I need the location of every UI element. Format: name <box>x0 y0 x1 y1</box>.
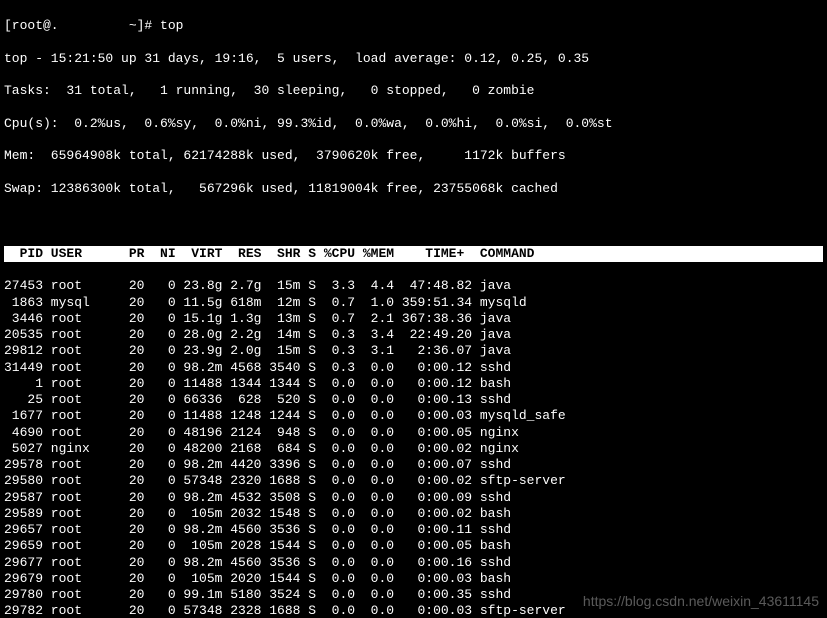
summary-line-2: Tasks: 31 total, 1 running, 30 sleeping,… <box>4 83 823 99</box>
process-row: 29812 root 20 0 23.9g 2.0g 15m S 0.3 3.1… <box>4 343 823 359</box>
terminal-output[interactable]: [root@. ~]# top top - 15:21:50 up 31 day… <box>0 0 827 618</box>
process-row: 29580 root 20 0 57348 2320 1688 S 0.0 0.… <box>4 473 823 489</box>
summary-line-1: top - 15:21:50 up 31 days, 19:16, 5 user… <box>4 51 823 67</box>
process-row: 5027 nginx 20 0 48200 2168 684 S 0.0 0.0… <box>4 441 823 457</box>
process-row: 29659 root 20 0 105m 2028 1544 S 0.0 0.0… <box>4 538 823 554</box>
summary-line-3: Cpu(s): 0.2%us, 0.6%sy, 0.0%ni, 99.3%id,… <box>4 116 823 132</box>
process-row: 29679 root 20 0 105m 2020 1544 S 0.0 0.0… <box>4 571 823 587</box>
process-row: 29587 root 20 0 98.2m 4532 3508 S 0.0 0.… <box>4 490 823 506</box>
prompt-line: [root@. ~]# top <box>4 18 823 34</box>
process-row: 29657 root 20 0 98.2m 4560 3536 S 0.0 0.… <box>4 522 823 538</box>
process-row: 1 root 20 0 11488 1344 1344 S 0.0 0.0 0:… <box>4 376 823 392</box>
process-row: 29578 root 20 0 98.2m 4420 3396 S 0.0 0.… <box>4 457 823 473</box>
process-row: 25 root 20 0 66336 628 520 S 0.0 0.0 0:0… <box>4 392 823 408</box>
process-row: 29677 root 20 0 98.2m 4560 3536 S 0.0 0.… <box>4 555 823 571</box>
process-row: 27453 root 20 0 23.8g 2.7g 15m S 3.3 4.4… <box>4 278 823 294</box>
process-header: PID USER PR NI VIRT RES SHR S %CPU %MEM … <box>4 246 823 262</box>
process-row: 4690 root 20 0 48196 2124 948 S 0.0 0.0 … <box>4 425 823 441</box>
watermark: https://blog.csdn.net/weixin_43611145 <box>583 593 819 611</box>
process-row: 3446 root 20 0 15.1g 1.3g 13m S 0.7 2.1 … <box>4 311 823 327</box>
summary-line-5: Swap: 12386300k total, 567296k used, 118… <box>4 181 823 197</box>
process-list: 27453 root 20 0 23.8g 2.7g 15m S 3.3 4.4… <box>4 278 823 618</box>
process-row: 20535 root 20 0 28.0g 2.2g 14m S 0.3 3.4… <box>4 327 823 343</box>
summary-line-4: Mem: 65964908k total, 62174288k used, 37… <box>4 148 823 164</box>
blank-line <box>4 213 823 229</box>
process-row: 1863 mysql 20 0 11.5g 618m 12m S 0.7 1.0… <box>4 295 823 311</box>
process-row: 29589 root 20 0 105m 2032 1548 S 0.0 0.0… <box>4 506 823 522</box>
process-row: 1677 root 20 0 11488 1248 1244 S 0.0 0.0… <box>4 408 823 424</box>
process-row: 31449 root 20 0 98.2m 4568 3540 S 0.3 0.… <box>4 360 823 376</box>
